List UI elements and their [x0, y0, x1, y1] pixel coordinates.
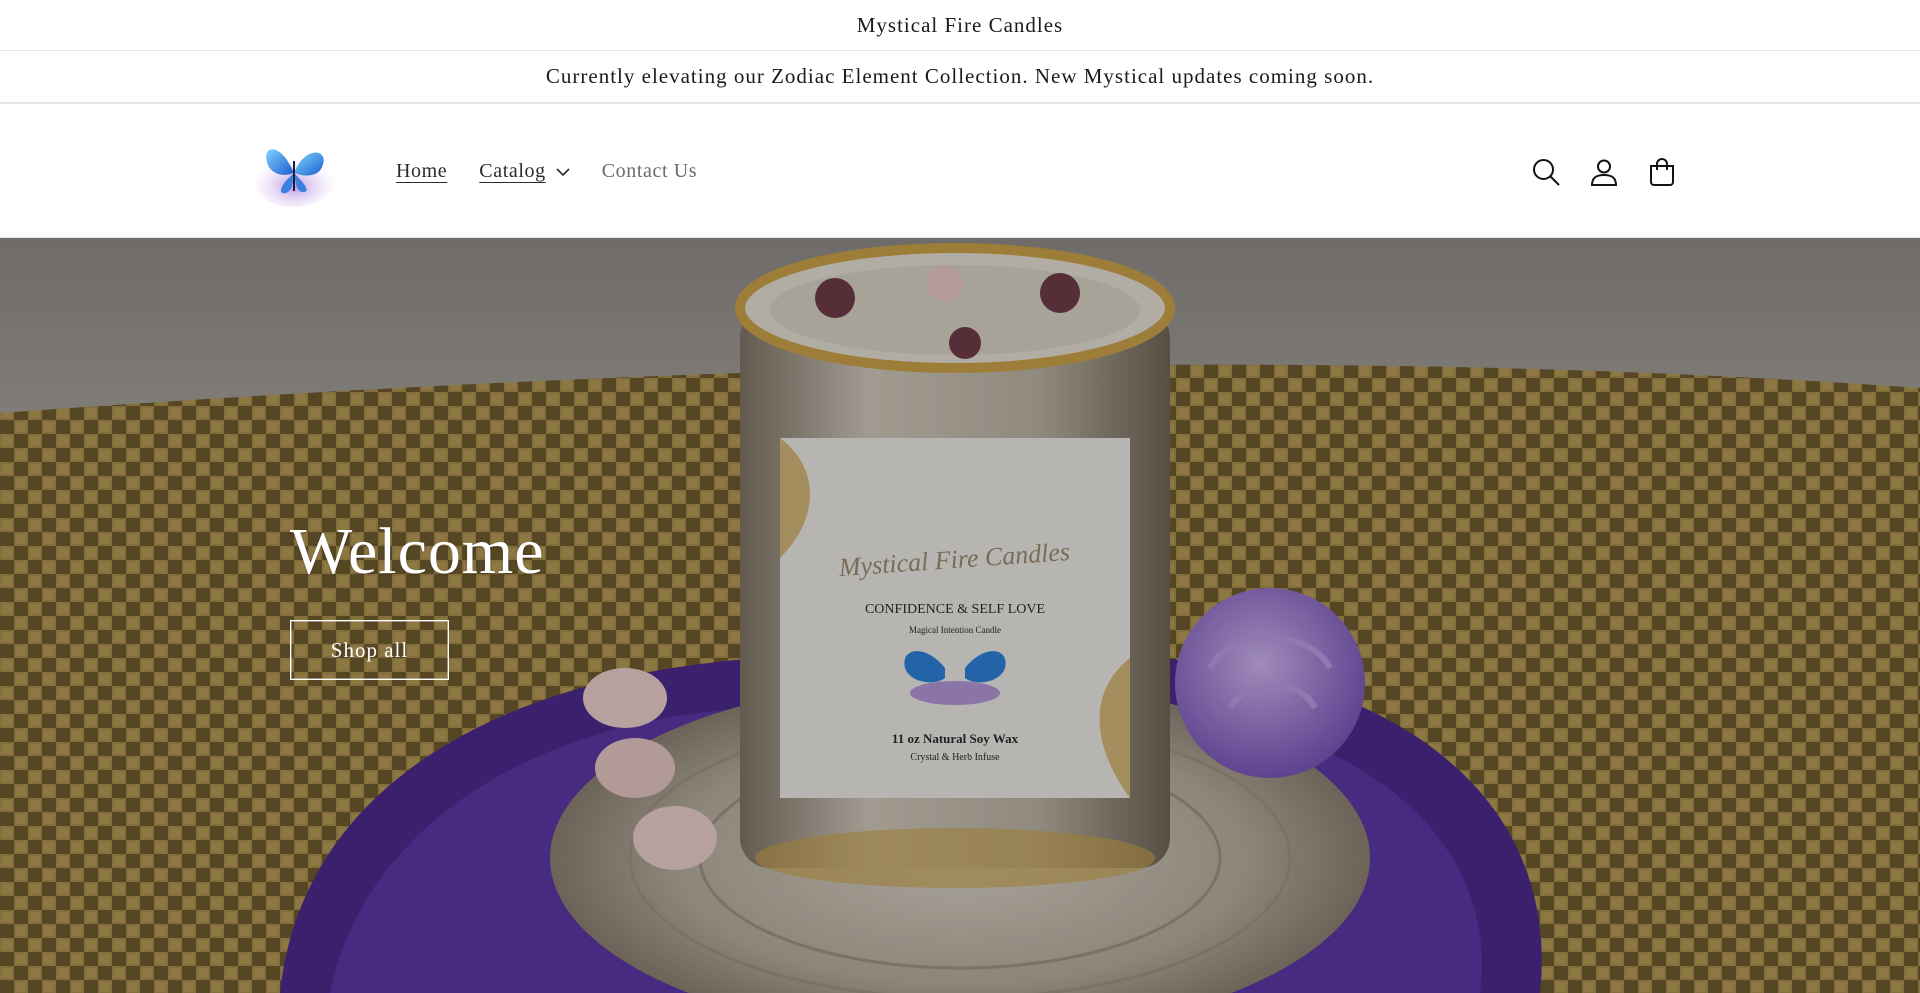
- nav-contact[interactable]: Contact Us: [602, 160, 697, 183]
- announcement-bar-update: Currently elevating our Zodiac Element C…: [0, 51, 1920, 103]
- nav-home[interactable]: Home: [396, 160, 447, 183]
- announcement-bar-brand: Mystical Fire Candles: [0, 0, 1920, 51]
- main-nav: Home Catalog Contact Us: [396, 104, 697, 239]
- hero-banner: Mystical Fire Candles CONFIDENCE & SELF …: [0, 238, 1920, 993]
- chevron-down-icon[interactable]: [556, 167, 570, 177]
- account-button[interactable]: [1588, 156, 1620, 188]
- account-icon: [1590, 159, 1618, 186]
- shop-all-button[interactable]: Shop all: [290, 620, 449, 680]
- header-icons: [1530, 104, 1678, 239]
- cart-icon: [1650, 157, 1674, 186]
- nav-catalog[interactable]: Catalog: [479, 160, 570, 183]
- hero-overlay: [0, 238, 1920, 993]
- cart-button[interactable]: [1646, 156, 1678, 188]
- site-header: Home Catalog Contact Us: [0, 103, 1920, 238]
- announcement-text: Currently elevating our Zodiac Element C…: [545, 64, 1375, 88]
- search-icon: [1533, 158, 1560, 186]
- site-logo[interactable]: [242, 131, 346, 209]
- hero-content: Welcome Shop all: [290, 514, 545, 680]
- hero-title: Welcome: [290, 515, 545, 588]
- nav-catalog-label[interactable]: Catalog: [479, 160, 545, 183]
- butterfly-logo-icon: [254, 149, 334, 207]
- search-button[interactable]: [1530, 156, 1562, 188]
- announcement-text: Mystical Fire Candles: [856, 12, 1064, 37]
